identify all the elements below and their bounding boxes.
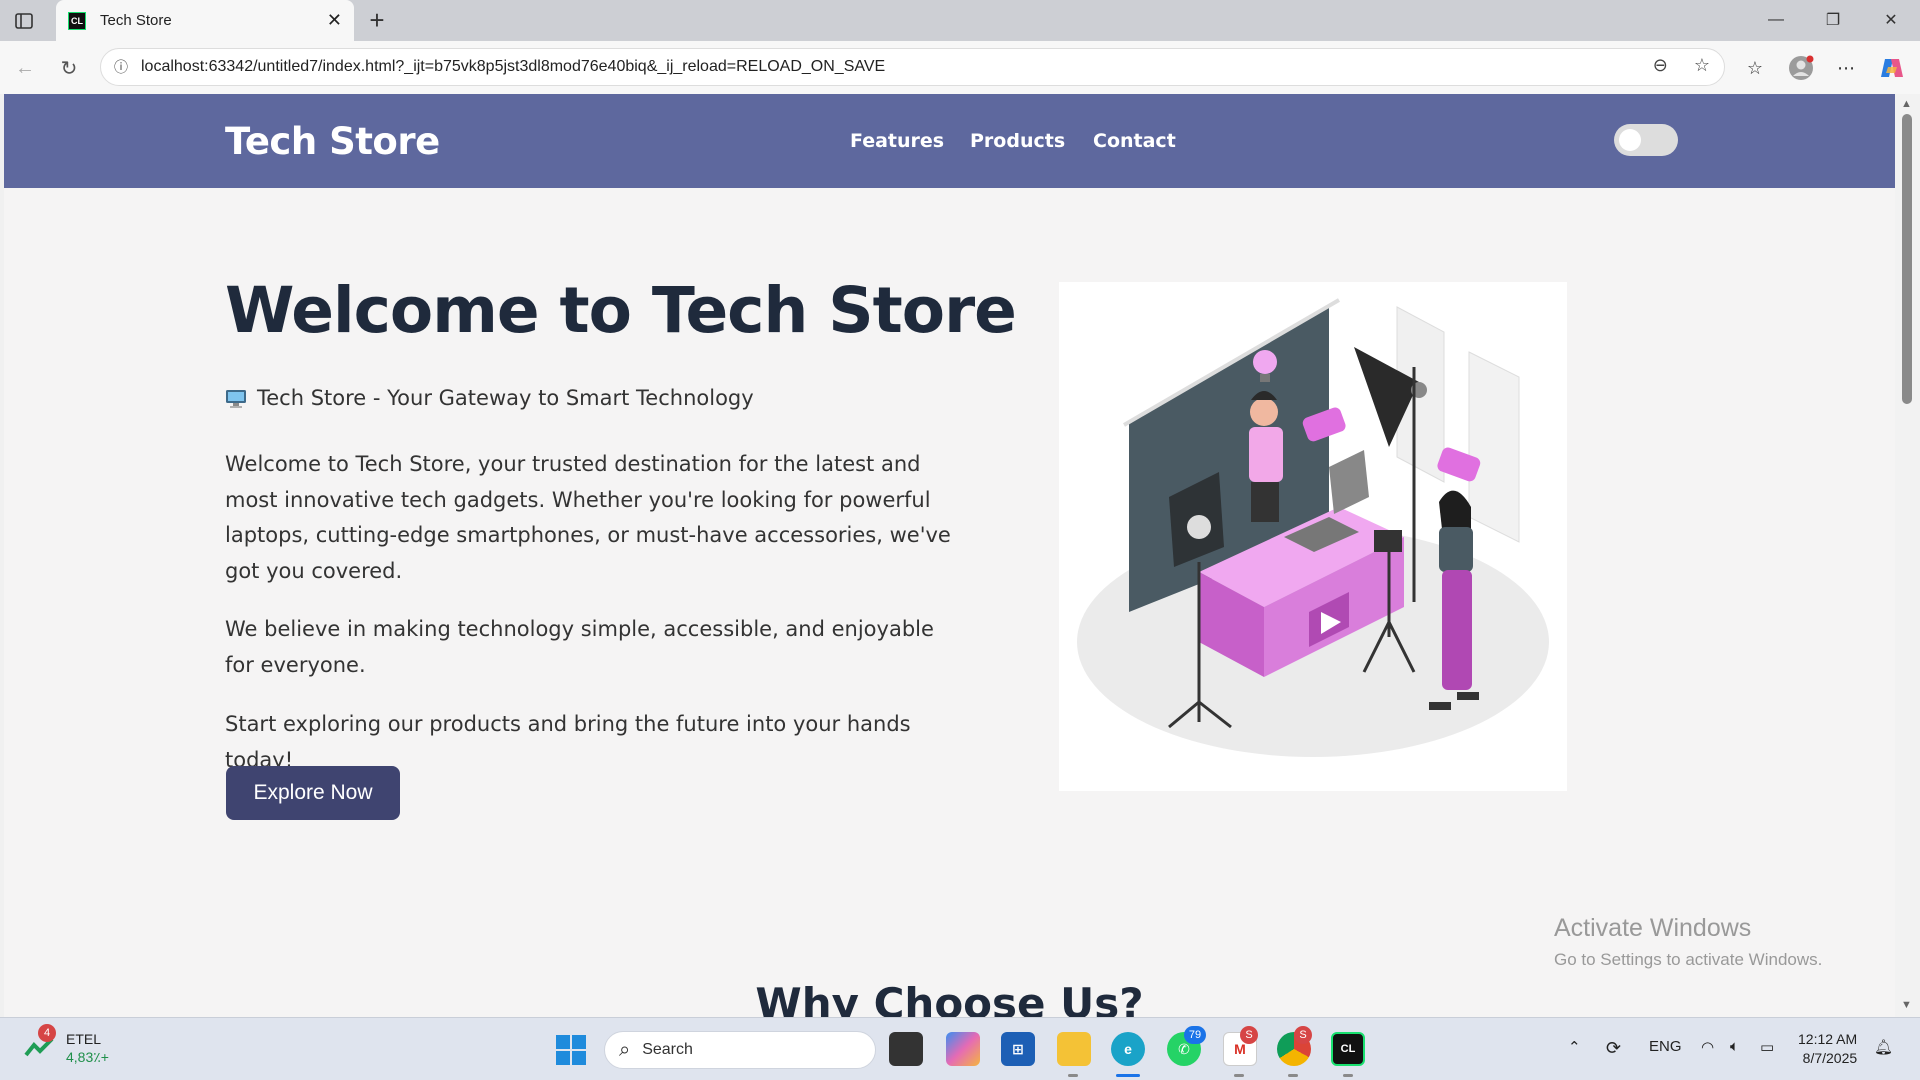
scroll-thumb[interactable] (1902, 114, 1912, 404)
clock-time: 12:12 AM (1798, 1031, 1858, 1047)
store-icon[interactable]: ⊞ (1001, 1032, 1035, 1066)
scroll-down-icon[interactable]: ▼ (1901, 999, 1912, 1011)
tab-title: Tech Store (100, 12, 172, 29)
clion-icon[interactable]: CL (1331, 1032, 1365, 1066)
file-explorer-icon[interactable] (1057, 1032, 1091, 1066)
gmail-indicator (1234, 1074, 1244, 1077)
task-view-icon[interactable] (889, 1032, 923, 1066)
tab-actions-icon[interactable] (10, 8, 38, 34)
reading-mode-icon[interactable]: ⊖ (1653, 55, 1668, 76)
copilot-taskbar-icon[interactable] (946, 1032, 980, 1066)
hero-paragraph-2: We believe in making technology simple, … (225, 617, 934, 677)
show-hidden-icons-icon[interactable]: ⌃ (1568, 1038, 1581, 1056)
site-info-icon[interactable]: ⓘ (101, 57, 141, 77)
profile-avatar[interactable] (1786, 53, 1816, 83)
copilot-icon[interactable] (1877, 53, 1907, 83)
new-tab-button[interactable]: + (364, 5, 390, 35)
minimize-icon[interactable]: — (1756, 6, 1796, 34)
site-brand[interactable]: Tech Store (225, 120, 440, 163)
reload-icon[interactable]: ↻ (54, 53, 84, 83)
gmail-badge: S (1240, 1026, 1258, 1044)
nav-features[interactable]: Features (850, 130, 944, 152)
clion-indicator (1343, 1074, 1353, 1077)
activate-windows-subtitle: Go to Settings to activate Windows. (1554, 950, 1823, 969)
wifi-icon[interactable]: ◠ (1701, 1038, 1714, 1056)
clock-date: 8/7/2025 (1802, 1050, 1858, 1066)
why-choose-us-title: Why Choose Us? (755, 979, 1144, 1017)
taskbar-search[interactable]: ⌕ Search (604, 1031, 876, 1069)
nav-products[interactable]: Products (970, 130, 1065, 152)
chrome-indicator (1288, 1074, 1298, 1077)
favorites-icon[interactable]: ☆ (1740, 53, 1770, 83)
chrome-badge: S (1294, 1026, 1312, 1044)
start-button[interactable] (556, 1035, 586, 1065)
hero-tagline-text: Tech Store - Your Gateway to Smart Techn… (257, 386, 754, 410)
address-bar[interactable]: ⓘ localhost:63342/untitled7/index.html?_… (100, 48, 1725, 86)
edge-active-indicator (1116, 1074, 1140, 1077)
volume-icon[interactable]: 🔈︎ (1730, 1038, 1739, 1055)
browser-tab[interactable]: CL Tech Store ✕ (56, 0, 354, 41)
windows-taskbar: 4 ETEL 4,83٪+ ⌕ Search ⊞ e ✆ 79 M S S CL… (0, 1017, 1920, 1080)
browser-toolbar: ← ↻ ⓘ localhost:63342/untitled7/index.ht… (0, 41, 1920, 94)
stock-badge: 4 (38, 1024, 56, 1042)
more-menu-icon[interactable]: ⋯ (1831, 53, 1861, 83)
hero-tagline: Tech Store - Your Gateway to Smart Techn… (225, 386, 754, 410)
page-scrollbar[interactable]: ▲ ▼ (1895, 94, 1920, 1017)
favorite-star-icon[interactable]: ☆ (1694, 55, 1710, 76)
back-icon[interactable]: ← (10, 53, 40, 83)
edge-icon[interactable]: e (1111, 1032, 1145, 1066)
toggle-knob (1619, 129, 1641, 151)
explore-now-button[interactable]: Explore Now (226, 766, 400, 820)
battery-icon[interactable]: ▭ (1760, 1038, 1774, 1056)
nav-contact[interactable]: Contact (1093, 130, 1176, 152)
restore-icon[interactable]: ❐ (1813, 6, 1853, 34)
hero-paragraph-1: Welcome to Tech Store, your trusted dest… (225, 452, 951, 583)
hero-title: Welcome to Tech Store (225, 274, 1017, 347)
explorer-indicator (1068, 1074, 1078, 1077)
activate-windows-title: Activate Windows (1554, 914, 1752, 942)
computer-icon (225, 389, 247, 408)
system-clock[interactable]: 12:12 AM 8/7/2025 (1798, 1030, 1857, 1068)
close-tab-icon[interactable]: ✕ (327, 10, 342, 31)
language-indicator[interactable]: ENG (1649, 1038, 1682, 1055)
scroll-up-icon[interactable]: ▲ (1901, 98, 1912, 110)
stock-widget[interactable]: 4 ETEL 4,83٪+ (24, 1024, 109, 1066)
browser-tab-bar: CL Tech Store ✕ + — ❐ ✕ (0, 0, 1920, 41)
stock-name: ETEL (66, 1031, 102, 1047)
theme-toggle[interactable] (1614, 124, 1678, 156)
site-header: Tech Store Features Products Contact (4, 94, 1895, 188)
notifications-icon[interactable]: 🔔︎ (1874, 1038, 1893, 1056)
sync-icon[interactable]: ⟳ (1606, 1038, 1621, 1059)
search-placeholder: Search (642, 1041, 693, 1058)
url-text: localhost:63342/untitled7/index.html?_ij… (141, 58, 886, 75)
search-icon: ⌕ (619, 1038, 631, 1061)
tab-favicon-icon: CL (68, 11, 86, 30)
hero-illustration (1059, 282, 1567, 791)
page-viewport: Tech Store Features Products Contact Wel… (4, 94, 1895, 1017)
whatsapp-badge: 79 (1184, 1026, 1206, 1044)
close-window-icon[interactable]: ✕ (1871, 6, 1911, 34)
stock-value: 4,83٪+ (66, 1049, 109, 1065)
